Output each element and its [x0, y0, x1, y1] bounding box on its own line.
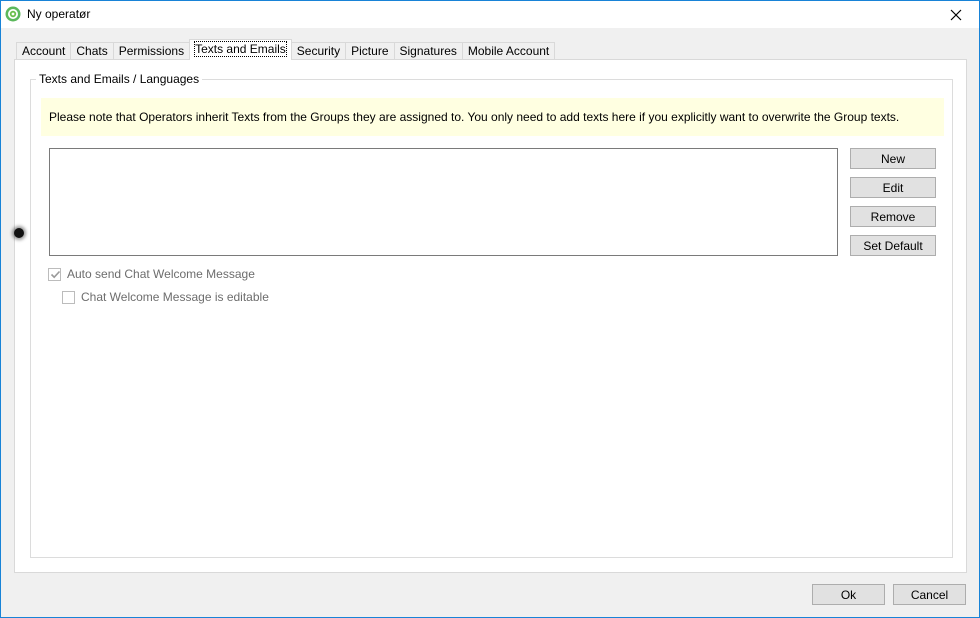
- tab-chats[interactable]: Chats: [70, 42, 113, 60]
- welcome-editable-label: Chat Welcome Message is editable: [81, 290, 269, 304]
- dialog-window: Ny operatør Account Chats Permissions Te…: [0, 0, 980, 618]
- gear-icon: [5, 6, 21, 22]
- remove-button[interactable]: Remove: [850, 206, 936, 227]
- tab-panel: Texts and Emails / Languages Please note…: [14, 59, 967, 573]
- tab-account[interactable]: Account: [16, 42, 71, 60]
- tab-label: Texts and Emails: [194, 41, 287, 57]
- tab-label: Security: [296, 44, 341, 58]
- checkmark-icon: [50, 270, 61, 278]
- tab-strip: Account Chats Permissions Texts and Emai…: [16, 39, 556, 60]
- group-legend: Texts and Emails / Languages: [36, 72, 203, 86]
- window-title: Ny operatør: [27, 7, 91, 21]
- title-bar: Ny operatør: [1, 1, 979, 28]
- tab-picture[interactable]: Picture: [345, 42, 394, 60]
- new-button[interactable]: New: [850, 148, 936, 169]
- edit-button[interactable]: Edit: [850, 177, 936, 198]
- auto-send-welcome-label: Auto send Chat Welcome Message: [67, 267, 255, 281]
- tab-label: Account: [22, 44, 66, 58]
- welcome-editable-checkbox[interactable]: [62, 290, 75, 304]
- ok-button[interactable]: Ok: [812, 584, 885, 605]
- cancel-button[interactable]: Cancel: [893, 584, 966, 605]
- auto-send-welcome-row: Auto send Chat Welcome Message: [48, 267, 255, 281]
- texts-group-box: Texts and Emails / Languages Please note…: [30, 72, 953, 558]
- close-button[interactable]: [933, 1, 979, 28]
- tab-label: Permissions: [118, 44, 185, 58]
- welcome-editable-row: Chat Welcome Message is editable: [62, 290, 269, 304]
- auto-send-welcome-checkbox[interactable]: [48, 267, 61, 281]
- tab-mobile-account[interactable]: Mobile Account: [461, 42, 556, 60]
- tab-texts-and-emails[interactable]: Texts and Emails: [189, 39, 292, 60]
- close-icon: [950, 9, 962, 20]
- languages-list[interactable]: [49, 148, 838, 256]
- tab-label: Mobile Account: [467, 44, 550, 58]
- tab-label: Chats: [76, 44, 108, 58]
- set-default-button[interactable]: Set Default: [850, 235, 936, 256]
- notice-banner: Please note that Operators inherit Texts…: [41, 98, 944, 136]
- tab-label: Picture: [351, 44, 389, 58]
- tab-permissions[interactable]: Permissions: [112, 42, 190, 60]
- cursor-dot: [14, 228, 24, 238]
- tab-label: Signatures: [399, 44, 457, 58]
- tab-security[interactable]: Security: [291, 42, 346, 60]
- tab-signatures[interactable]: Signatures: [393, 42, 462, 60]
